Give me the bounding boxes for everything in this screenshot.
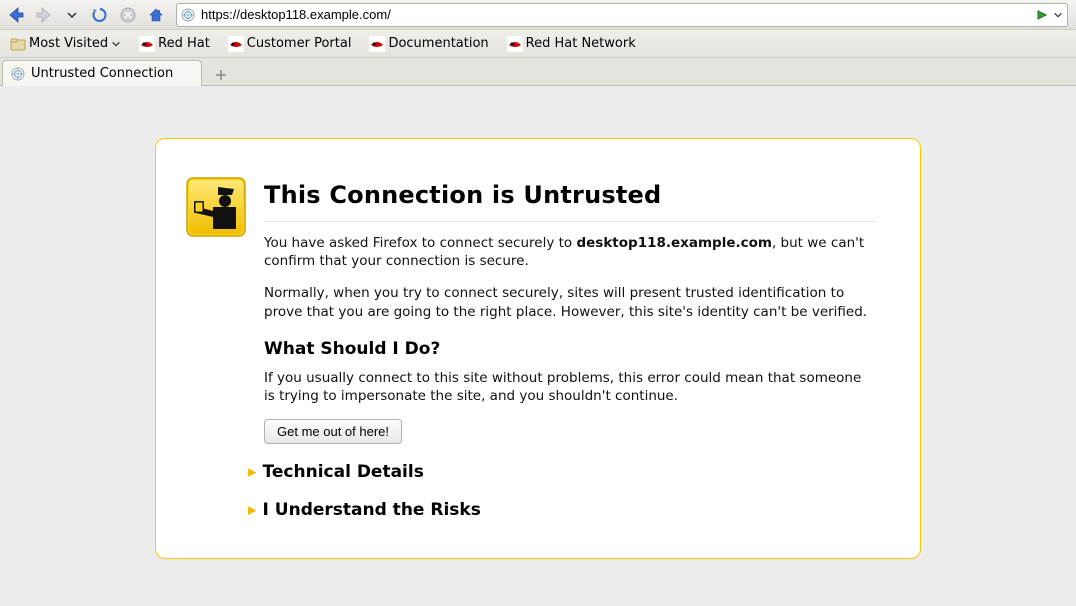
tab-untrusted-connection[interactable]: Untrusted Connection [2, 60, 202, 86]
home-button[interactable] [144, 3, 168, 27]
chevron-down-icon [111, 39, 121, 49]
error-para3: If you usually connect to this site with… [264, 369, 876, 405]
url-input[interactable] [199, 6, 1031, 23]
forward-button[interactable] [32, 3, 56, 27]
chevron-down-icon [66, 9, 78, 21]
home-icon [147, 6, 165, 24]
warning-officer-icon [186, 177, 246, 237]
bookmark-label: Red Hat Network [526, 36, 636, 51]
tab-favicon [11, 67, 25, 81]
most-visited-label: Most Visited [29, 36, 108, 51]
recent-pages-dropdown[interactable] [60, 3, 84, 27]
plus-icon [215, 69, 227, 81]
url-bar[interactable] [176, 3, 1068, 27]
back-arrow-icon [6, 5, 26, 25]
most-visited-menu[interactable]: Most Visited [6, 34, 125, 54]
bookmark-customer-portal[interactable]: Customer Portal [224, 34, 356, 54]
go-button[interactable] [1035, 8, 1049, 22]
stop-icon [119, 6, 137, 24]
tab-title: Untrusted Connection [31, 66, 173, 81]
expander-triangle-icon: ▸ [248, 462, 257, 482]
bookmark-documentation[interactable]: Documentation [365, 34, 492, 54]
technical-details-label: Technical Details [263, 462, 424, 482]
expander-triangle-icon: ▸ [248, 500, 257, 520]
bookmark-redhat[interactable]: Red Hat [135, 34, 214, 54]
url-dropdown-icon[interactable] [1053, 10, 1063, 20]
browser-window: Most Visited Red Hat Customer Portal Doc… [0, 0, 1076, 606]
new-tab-button[interactable] [210, 65, 232, 85]
untrusted-connection-card: This Connection is Untrusted You have as… [155, 138, 921, 559]
bookmark-rhn[interactable]: Red Hat Network [503, 34, 640, 54]
error-content: This Connection is Untrusted You have as… [264, 177, 876, 520]
forward-arrow-icon [34, 5, 54, 25]
error-title: This Connection is Untrusted [264, 181, 876, 209]
error-subheading: What Should I Do? [264, 339, 876, 359]
tab-strip: Untrusted Connection [0, 58, 1076, 86]
bookmark-label: Red Hat [158, 36, 210, 51]
bookmark-folder-icon [10, 36, 26, 52]
back-button[interactable] [4, 3, 28, 27]
get-out-button[interactable]: Get me out of here! [264, 419, 402, 444]
redhat-icon [139, 36, 155, 52]
site-identity-icon[interactable] [181, 8, 195, 22]
reload-button[interactable] [88, 3, 112, 27]
reload-icon [91, 6, 109, 24]
redhat-icon [228, 36, 244, 52]
technical-details-expander[interactable]: ▸ Technical Details [248, 462, 876, 482]
page-content: This Connection is Untrusted You have as… [0, 86, 1076, 606]
error-host: desktop118.example.com [576, 235, 772, 251]
stop-button [116, 3, 140, 27]
bookmark-label: Documentation [388, 36, 488, 51]
understand-risks-expander[interactable]: ▸ I Understand the Risks [248, 500, 876, 520]
error-intro: You have asked Firefox to connect secure… [264, 234, 876, 270]
redhat-icon [369, 36, 385, 52]
divider [264, 221, 876, 222]
bookmarks-toolbar: Most Visited Red Hat Customer Portal Doc… [0, 30, 1076, 58]
nav-toolbar [0, 0, 1076, 30]
error-para2: Normally, when you try to connect secure… [264, 284, 876, 320]
redhat-icon [507, 36, 523, 52]
bookmark-label: Customer Portal [247, 36, 352, 51]
understand-risks-label: I Understand the Risks [263, 500, 481, 520]
